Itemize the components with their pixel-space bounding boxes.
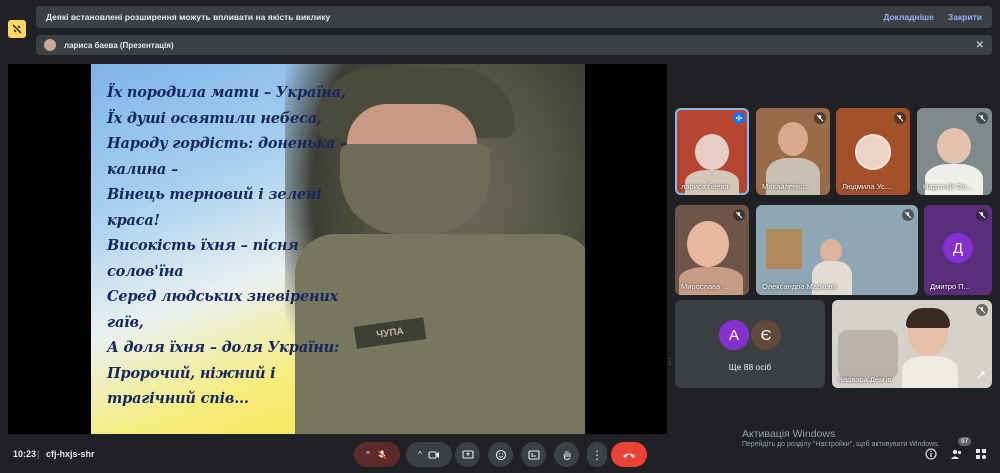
leave-call-button[interactable] bbox=[611, 442, 647, 467]
mic-off-icon bbox=[976, 304, 988, 316]
more-vert-icon: ⋮ bbox=[591, 447, 603, 462]
poem-line: солов'їна bbox=[107, 262, 184, 280]
participant-avatar: А bbox=[719, 320, 749, 350]
poem-line: Пророчий, ніжний і bbox=[107, 364, 276, 382]
participant-tile[interactable]: Михайленко... bbox=[756, 108, 830, 195]
close-warning-button[interactable]: Закрити bbox=[948, 12, 982, 22]
presenter-bar: лариса баева (Презентація) ✕ bbox=[36, 35, 992, 55]
poem-line: А доля їхня – доля України: bbox=[107, 339, 340, 356]
mic-off-icon bbox=[377, 450, 387, 459]
info-icon[interactable] bbox=[925, 447, 937, 465]
participant-avatar: Є bbox=[751, 320, 781, 350]
presenter-avatar bbox=[44, 39, 56, 51]
poem-line: Їх душі освятили небеса, bbox=[107, 109, 322, 127]
activation-title: Активація Windows bbox=[742, 428, 836, 440]
hand-icon bbox=[563, 450, 570, 460]
hang-up-icon bbox=[623, 453, 635, 458]
poem-line: краса! bbox=[107, 211, 160, 229]
participant-name: Мирослава ... bbox=[681, 282, 729, 291]
people-icon[interactable] bbox=[950, 447, 963, 465]
details-link[interactable]: Докладніше bbox=[883, 12, 934, 22]
speaking-indicator-icon bbox=[733, 112, 745, 124]
poem-line: Їх породила мати – Україна, bbox=[107, 84, 346, 101]
participant-tile[interactable]: Олександра Маркова bbox=[756, 205, 918, 295]
captions-button[interactable] bbox=[521, 442, 546, 467]
poem-text: Їх породила мати – Україна, Їх душі освя… bbox=[107, 80, 348, 412]
control-bar: 10:23 | cfj-hxjs-shr ^ ^ ⋮ 97 bbox=[0, 437, 1000, 473]
participant-name: Надточій Ол... bbox=[923, 182, 973, 191]
soldier-image: ЧУПА bbox=[285, 64, 585, 434]
participant-name: Олександра Маркова bbox=[762, 282, 837, 291]
mic-off-icon bbox=[902, 209, 914, 221]
emoji-icon bbox=[495, 449, 506, 460]
poem-line: Народу гордість: доненька – bbox=[107, 135, 348, 152]
extension-warning-banner: Деякі встановлені розширення можуть впли… bbox=[36, 6, 992, 28]
participant-tile[interactable]: Надточій Ол... bbox=[917, 108, 992, 195]
more-options-button[interactable]: ⋮ bbox=[587, 442, 607, 467]
more-participants-tile[interactable]: А Є Ще 88 осіб bbox=[675, 300, 825, 388]
activities-icon[interactable] bbox=[975, 447, 987, 465]
presenter-label: лариса баева (Презентація) bbox=[64, 40, 174, 50]
meet-window: Деякі встановлені розширення можуть впли… bbox=[0, 0, 1000, 473]
warning-message: Деякі встановлені розширення можуть впли… bbox=[46, 12, 331, 22]
chevron-up-icon[interactable]: ^ bbox=[418, 450, 422, 459]
poem-line: гаїв, bbox=[107, 313, 144, 331]
participant-name: Людмила Ус... bbox=[842, 182, 891, 191]
extension-warning-icon[interactable] bbox=[8, 20, 26, 38]
mic-off-icon bbox=[814, 112, 826, 124]
meeting-code: cfj-hxjs-shr bbox=[46, 449, 95, 459]
camera-button[interactable]: ^ bbox=[406, 442, 452, 467]
captions-icon bbox=[527, 449, 540, 460]
participant-tile[interactable]: Варвара Дем'ів bbox=[832, 300, 992, 388]
raise-hand-button[interactable] bbox=[554, 442, 579, 467]
participant-tile[interactable]: Д Дмитро П... bbox=[924, 205, 992, 295]
poem-line: Серед людських зневірених bbox=[107, 288, 339, 305]
participant-name: Михайленко... bbox=[762, 182, 811, 191]
participant-tile[interactable]: лариса баева bbox=[675, 108, 749, 195]
mic-off-icon bbox=[894, 112, 906, 124]
participant-name: Дмитро П... bbox=[930, 282, 970, 291]
participant-name: лариса баева bbox=[681, 182, 729, 191]
poem-line: калина – bbox=[107, 160, 179, 178]
more-participants-label: Ще 88 осіб bbox=[728, 362, 772, 372]
unpin-icon[interactable] bbox=[976, 367, 986, 385]
participant-tile[interactable]: Людмила Ус... bbox=[836, 108, 910, 195]
mic-off-icon bbox=[976, 209, 988, 221]
mic-off-icon bbox=[733, 209, 745, 221]
reactions-button[interactable] bbox=[488, 442, 513, 467]
microphone-button[interactable]: ^ bbox=[354, 442, 400, 467]
poem-line: Вінець терновий і зелені bbox=[107, 186, 322, 203]
presentation-stage: ЧУПА Їх породила мати – Україна, Їх душі… bbox=[8, 64, 667, 434]
participant-tile[interactable]: Мирослава ... bbox=[675, 205, 749, 295]
clock: 10:23 bbox=[13, 449, 37, 459]
poem-line: Високість їхня – пісня bbox=[107, 237, 299, 254]
video-camera-icon bbox=[428, 450, 439, 459]
present-icon bbox=[461, 449, 474, 459]
chevron-up-icon[interactable]: ^ bbox=[366, 450, 370, 459]
participants-count-badge: 97 bbox=[958, 437, 972, 446]
present-screen-button[interactable] bbox=[455, 442, 480, 467]
participant-avatar: Д bbox=[943, 233, 973, 263]
close-icon[interactable]: ✕ bbox=[976, 40, 984, 51]
participant-name: Варвара Дем'ів bbox=[838, 375, 892, 384]
poem-line: трагічний спів... bbox=[107, 390, 249, 407]
mic-off-icon bbox=[976, 112, 988, 124]
presentation-slide: ЧУПА Їх породила мати – Україна, Їх душі… bbox=[91, 64, 585, 434]
more-options-icon[interactable]: ⋮ bbox=[666, 357, 674, 366]
separator: | bbox=[37, 449, 40, 459]
